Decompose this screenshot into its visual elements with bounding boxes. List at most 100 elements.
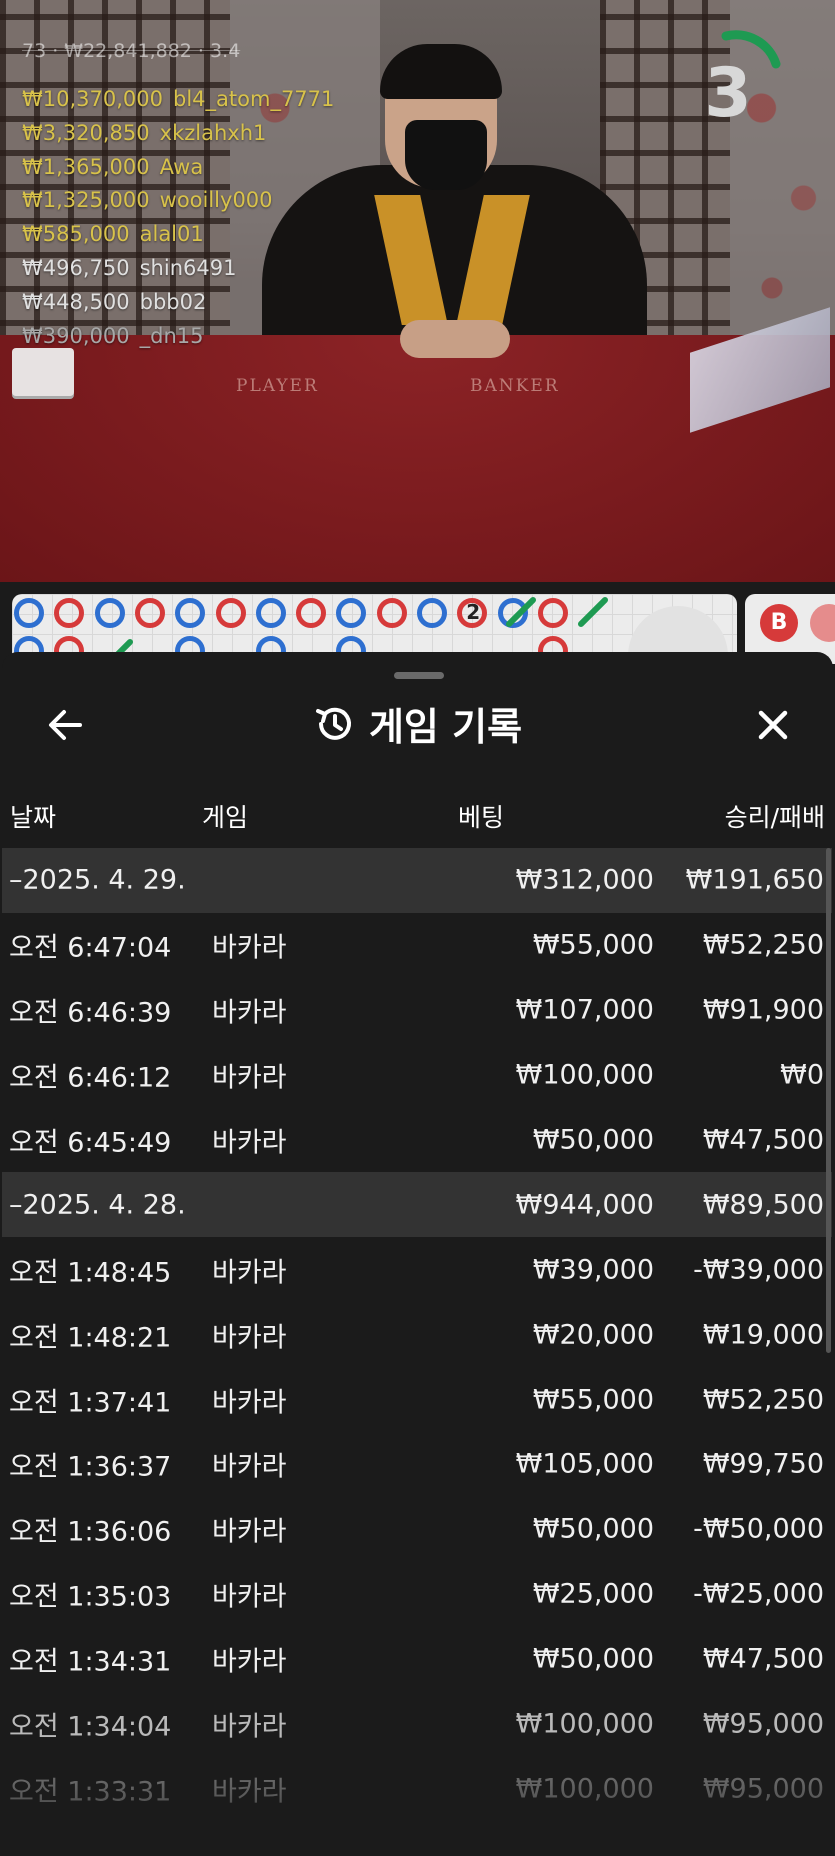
sheet-drag-handle[interactable] <box>394 672 444 679</box>
row-bet: ₩100,000 <box>515 1059 654 1091</box>
player-table-label: PLAYER <box>236 376 319 396</box>
row-game: 바카라 <box>212 1711 287 1743</box>
close-icon[interactable] <box>750 702 796 748</box>
bettor-amount: ₩585,000 <box>22 222 130 247</box>
row-result: ₩191,650 <box>685 864 824 896</box>
row-bet: ₩20,000 <box>532 1319 654 1351</box>
row-bet: ₩50,000 <box>532 1124 654 1156</box>
row-result: ₩47,500 <box>702 1643 824 1675</box>
row-bet: ₩50,000 <box>532 1643 654 1675</box>
history-row[interactable]: 오전 1:33:31 바카라 ₩100,000 ₩95,000 <box>2 1756 832 1821</box>
row-result: -₩39,000 <box>693 1254 824 1286</box>
row-bet: ₩50,000 <box>532 1513 654 1545</box>
date-label: –2025. 4. 28. <box>9 1189 186 1221</box>
history-table[interactable]: –2025. 4. 29. ₩312,000 ₩191,650 오전 6:47:04 바… <box>2 848 832 1821</box>
sheet-header: 게임 기록 <box>2 696 833 756</box>
row-time: 오전 6:46:39 <box>9 997 172 1029</box>
date-group-row[interactable]: –2025. 4. 29. ₩312,000 ₩191,650 <box>2 848 832 913</box>
row-time: 오전 1:48:45 <box>9 1257 172 1289</box>
row-result: ₩19,000 <box>702 1319 824 1351</box>
row-game: 바카라 <box>212 1127 287 1159</box>
banker-table-label: BANKER <box>470 376 560 396</box>
bettor-entry: ₩585,000 alal01 <box>22 218 334 252</box>
row-bet: ₩25,000 <box>532 1578 654 1610</box>
history-row[interactable]: 오전 6:46:12 바카라 ₩100,000 ₩0 <box>2 1043 832 1108</box>
history-row[interactable]: 오전 1:36:37 바카라 ₩105,000 ₩99,750 <box>2 1432 832 1497</box>
column-header-bet[interactable]: 베팅 <box>458 798 504 834</box>
history-row[interactable]: 오전 6:46:39 바카라 ₩107,000 ₩91,900 <box>2 978 832 1043</box>
bettor-entry: ₩3,320,850 xkzlahxh1 <box>22 117 334 151</box>
date-label: –2025. 4. 29. <box>9 864 186 896</box>
row-game: 바카라 <box>212 1776 287 1808</box>
bettor-amount: ₩1,325,000 <box>22 188 150 213</box>
countdown-number: 3 <box>704 54 752 133</box>
bet-summary-line: 73 · ₩22,841,882 · 3.4 <box>22 40 241 62</box>
bettor-entry: ₩10,370,000 bl4_atom_7771 <box>22 83 334 117</box>
bettor-entry: ₩496,750 shin6491 <box>22 252 334 286</box>
bettor-amount: ₩496,750 <box>22 255 130 280</box>
column-header-game[interactable]: 게임 <box>202 798 248 834</box>
row-bet: ₩100,000 <box>515 1773 654 1805</box>
player-bead <box>255 598 286 628</box>
bettor-amount: ₩10,370,000 <box>22 87 164 111</box>
bettor-name: _dn15 <box>139 323 204 348</box>
bettor-entry: ₩1,325,000 wooilly000 <box>22 184 334 218</box>
player-bead <box>417 598 447 628</box>
row-result: ₩95,000 <box>702 1708 824 1740</box>
row-result: ₩91,900 <box>702 994 824 1026</box>
column-header-date[interactable]: 날짜 <box>10 798 56 834</box>
history-row[interactable]: 오전 6:45:49 바카라 ₩50,000 ₩47,500 <box>2 1108 832 1173</box>
row-result: ₩99,750 <box>702 1448 824 1480</box>
history-icon <box>315 707 351 740</box>
row-game: 바카라 <box>212 1062 287 1094</box>
history-row[interactable]: 오전 1:36:06 바카라 ₩50,000 -₩50,000 <box>2 1497 832 1562</box>
bettor-name: bbb02 <box>139 289 207 314</box>
row-bet: ₩55,000 <box>532 929 654 961</box>
column-header-result[interactable]: 승리/패배 <box>725 798 825 834</box>
row-bet: ₩944,000 <box>515 1189 654 1221</box>
scrollbar-thumb[interactable] <box>826 848 831 1353</box>
row-result: -₩50,000 <box>693 1513 824 1545</box>
row-bet: ₩100,000 <box>515 1708 654 1740</box>
bettor-name: Awa <box>159 154 204 179</box>
game-history-sheet: 게임 기록 날짜 게임 베팅 승리/패배 –2025. 4. 29. ₩312,0… <box>2 652 833 1856</box>
history-row[interactable]: 오전 6:47:04 바카라 ₩55,000 ₩52,250 <box>2 913 832 978</box>
bettor-entry: ₩448,500 bbb02 <box>22 286 334 320</box>
row-bet: ₩107,000 <box>515 994 654 1026</box>
player-bead <box>175 598 206 628</box>
bettor-name: wooilly000 <box>159 188 273 213</box>
banker-bead <box>376 598 407 628</box>
history-row[interactable]: 오전 1:48:45 바카라 ₩39,000 -₩39,000 <box>2 1237 832 1302</box>
dealer-hair <box>380 44 502 99</box>
row-time: 오전 1:34:31 <box>9 1646 172 1678</box>
banker-predict-badge[interactable]: B <box>760 604 798 642</box>
top-bettors-list: ₩10,370,000 bl4_atom_7771 ₩3,320,850 xkzlah… <box>22 83 334 353</box>
row-time: 오전 1:36:37 <box>9 1451 172 1483</box>
bettor-amount: ₩390,000 <box>22 323 130 348</box>
row-time: 오전 6:45:49 <box>9 1127 172 1159</box>
live-video[interactable]: PLAYER BANKER 73 · ₩22,841,882 · 3.4 ₩10… <box>0 0 835 582</box>
row-game: 바카라 <box>212 1451 287 1483</box>
row-bet: ₩55,000 <box>532 1384 654 1416</box>
bettor-name: shin6491 <box>139 255 237 280</box>
row-game: 바카라 <box>212 1387 287 1419</box>
date-group-row[interactable]: –2025. 4. 28. ₩944,000 ₩89,500 <box>2 1172 832 1238</box>
row-bet: ₩105,000 <box>515 1448 654 1480</box>
player-bead <box>94 598 125 628</box>
bettor-name: alal01 <box>139 222 204 247</box>
tie-count: 2 <box>466 600 481 624</box>
row-time: 오전 1:35:03 <box>9 1581 172 1613</box>
history-row[interactable]: 오전 1:34:04 바카라 ₩100,000 ₩95,000 <box>2 1692 832 1757</box>
history-row[interactable]: 오전 1:37:41 바카라 ₩55,000 ₩52,250 <box>2 1367 832 1432</box>
row-game: 바카라 <box>212 1646 287 1678</box>
row-time: 오전 1:48:21 <box>9 1322 172 1354</box>
bettor-amount: ₩448,500 <box>22 289 130 314</box>
history-row[interactable]: 오전 1:34:31 바카라 ₩50,000 ₩47,500 <box>2 1627 832 1692</box>
row-game: 바카라 <box>212 1516 287 1548</box>
history-row[interactable]: 오전 1:48:21 바카라 ₩20,000 ₩19,000 <box>2 1302 832 1367</box>
bettor-entry: ₩390,000 _dn15 <box>22 320 334 354</box>
history-row[interactable]: 오전 1:35:03 바카라 ₩25,000 -₩25,000 <box>2 1562 832 1627</box>
banker-bead <box>54 598 85 628</box>
row-time: 오전 1:36:06 <box>9 1516 172 1548</box>
row-result: ₩52,250 <box>702 929 824 961</box>
